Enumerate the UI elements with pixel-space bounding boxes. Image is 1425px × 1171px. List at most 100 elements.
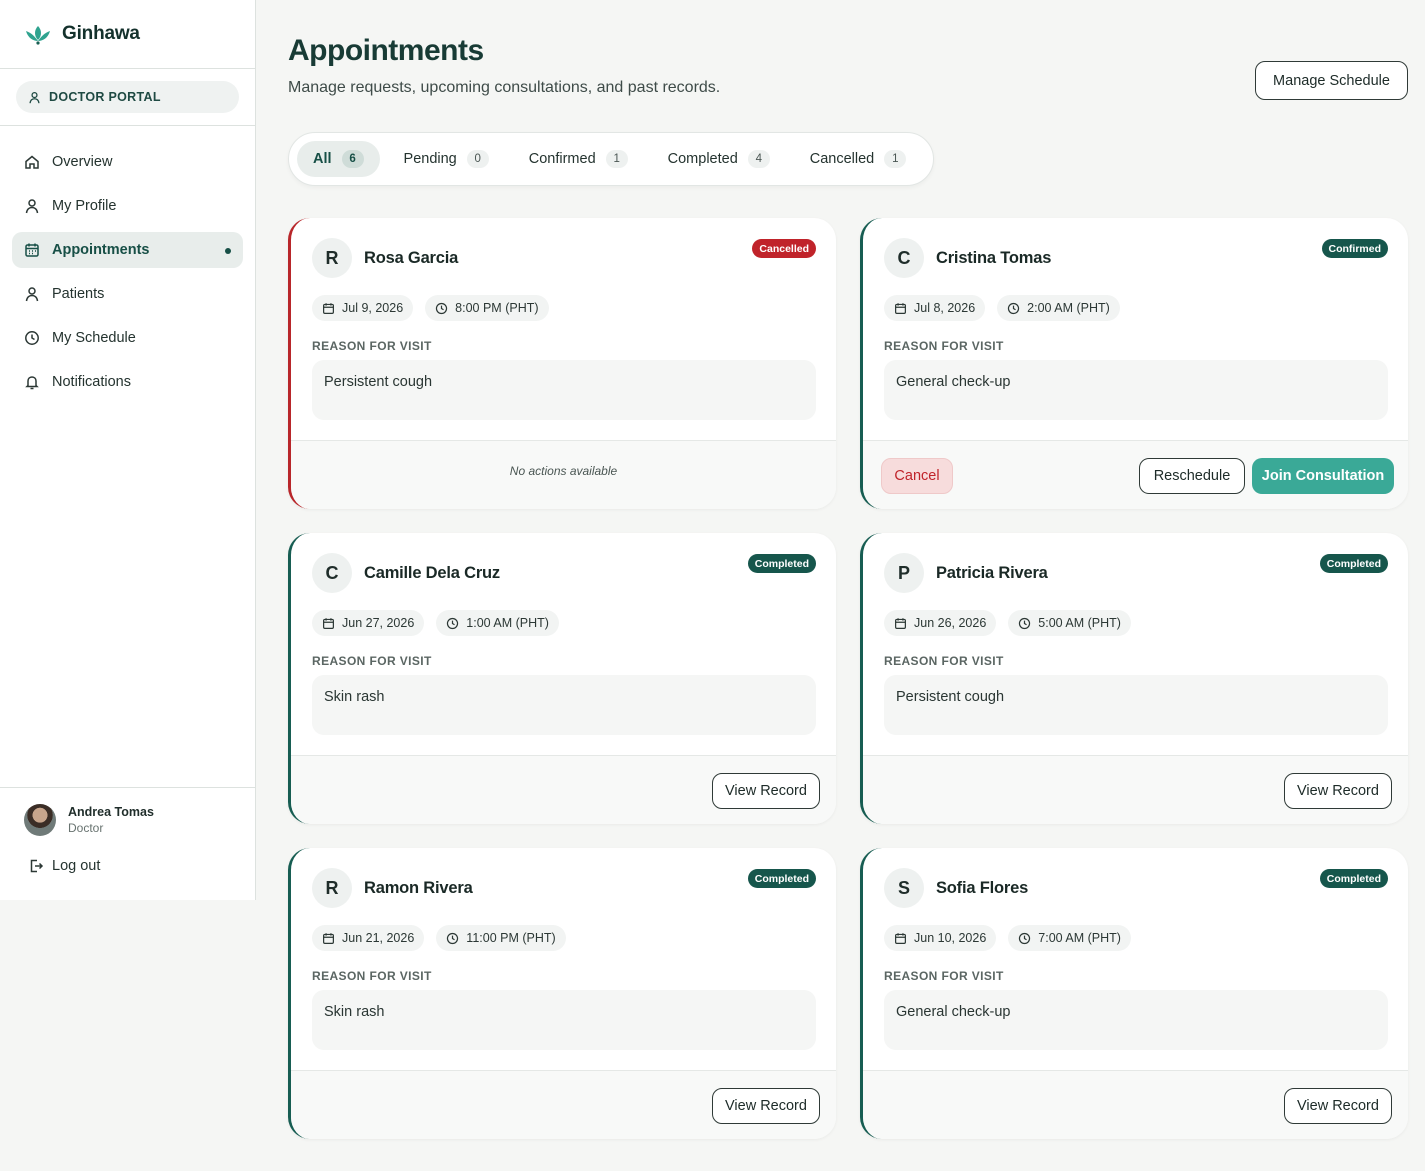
clock-icon xyxy=(25,331,39,345)
appointment-meta: Jun 21, 2026 11:00 PM (PHT) xyxy=(312,925,578,951)
tab-count-badge: 1 xyxy=(605,150,628,168)
patient-header: S Sofia Flores xyxy=(884,868,1028,908)
sidebar-item-overview[interactable]: Overview xyxy=(12,144,243,180)
tab-count-badge: 0 xyxy=(466,150,489,168)
sidebar-item-label: Appointments xyxy=(52,242,150,258)
patient-name: Camille Dela Cruz xyxy=(364,563,500,582)
user-role: Doctor xyxy=(68,821,104,835)
date-chip: Jul 9, 2026 xyxy=(312,295,414,321)
reason-label: REASON FOR VISIT xyxy=(312,654,432,668)
page-subtitle: Manage requests, upcoming consultations,… xyxy=(288,79,721,96)
appointment-card: R Ramon Rivera Completed Jun 21, 2026 11… xyxy=(288,848,836,1139)
portal-section: DOCTOR PORTAL xyxy=(0,69,255,126)
calendar-icon xyxy=(323,302,334,314)
card-footer: View Record xyxy=(863,755,1408,824)
view-record-button[interactable]: View Record xyxy=(712,1088,820,1124)
time-chip: 5:00 AM (PHT) xyxy=(1008,610,1131,636)
date-chip: Jul 8, 2026 xyxy=(884,295,986,321)
view-record-button[interactable]: View Record xyxy=(712,773,820,809)
lotus-logo-icon xyxy=(26,26,50,45)
date-chip: Jun 27, 2026 xyxy=(312,610,425,636)
calendar-icon xyxy=(25,243,39,257)
reason-text: Skin rash xyxy=(312,990,816,1050)
sidebar-item-my-profile[interactable]: My Profile xyxy=(12,188,243,224)
appointment-meta: Jun 27, 2026 1:00 AM (PHT) xyxy=(312,610,571,636)
reason-text: General check-up xyxy=(884,990,1388,1050)
status-filter-tabs: All 6 Pending 0 Confirmed 1 Completed 4 … xyxy=(288,132,934,186)
appointment-date: Jun 27, 2026 xyxy=(342,616,415,630)
clock-icon xyxy=(447,617,459,629)
user-profile[interactable]: Andrea Tomas Doctor xyxy=(24,804,154,836)
sidebar-item-appointments[interactable]: Appointments xyxy=(12,232,243,268)
appointment-time: 8:00 PM (PHT) xyxy=(455,301,539,315)
home-icon xyxy=(25,155,39,169)
date-chip: Jun 26, 2026 xyxy=(884,610,997,636)
patient-header: P Patricia Rivera xyxy=(884,553,1048,593)
sidebar-item-label: My Profile xyxy=(52,198,117,214)
appointment-meta: Jul 9, 2026 8:00 PM (PHT) xyxy=(312,295,561,321)
tab-label: Confirmed xyxy=(528,151,596,167)
appointment-date: Jun 10, 2026 xyxy=(914,931,987,945)
patient-initial-avatar: C xyxy=(312,553,352,593)
clock-icon xyxy=(1008,302,1020,314)
status-badge: Confirmed xyxy=(1321,239,1388,258)
card-footer: View Record xyxy=(291,1070,836,1139)
view-record-button[interactable]: View Record xyxy=(1284,773,1392,809)
patient-initial-avatar: S xyxy=(884,868,924,908)
patient-name: Sofia Flores xyxy=(936,878,1029,897)
reason-label: REASON FOR VISIT xyxy=(884,339,1004,353)
reason-label: REASON FOR VISIT xyxy=(312,339,432,353)
patient-name: Ramon Rivera xyxy=(364,878,473,897)
sidebar-item-label: My Schedule xyxy=(52,330,136,346)
appointment-time: 1:00 AM (PHT) xyxy=(466,616,549,630)
tab-completed[interactable]: Completed 4 xyxy=(652,141,786,177)
cancel-appointment-button[interactable]: Cancel xyxy=(881,458,953,494)
time-chip: 8:00 PM (PHT) xyxy=(425,295,549,321)
tab-all[interactable]: All 6 xyxy=(297,141,380,177)
active-indicator-dot xyxy=(225,248,231,254)
portal-label: DOCTOR PORTAL xyxy=(49,90,161,104)
patient-name: Cristina Tomas xyxy=(936,248,1052,267)
status-badge: Completed xyxy=(747,554,816,573)
view-record-button[interactable]: View Record xyxy=(1284,1088,1392,1124)
appointment-date: Jul 9, 2026 xyxy=(342,301,404,315)
brand-name: Ginhawa xyxy=(62,23,140,44)
logout-button[interactable]: Log out xyxy=(28,858,100,874)
appointment-time: 5:00 AM (PHT) xyxy=(1038,616,1121,630)
reason-label: REASON FOR VISIT xyxy=(884,654,1004,668)
patient-header: R Rosa Garcia xyxy=(312,238,458,278)
appointment-meta: Jun 10, 2026 7:00 AM (PHT) xyxy=(884,925,1143,951)
appointment-time: 7:00 AM (PHT) xyxy=(1038,931,1121,945)
date-chip: Jun 21, 2026 xyxy=(312,925,425,951)
tab-confirmed[interactable]: Confirmed 1 xyxy=(513,141,644,177)
card-footer: View Record xyxy=(291,755,836,824)
join-consultation-button[interactable]: Join Consultation xyxy=(1252,458,1394,494)
reschedule-button[interactable]: Reschedule xyxy=(1139,458,1245,494)
status-badge: Cancelled xyxy=(752,239,816,258)
reason-text: Persistent cough xyxy=(312,360,816,420)
sidebar-item-notifications[interactable]: Notifications xyxy=(12,364,243,400)
bell-icon xyxy=(25,376,39,390)
status-badge: Completed xyxy=(1319,554,1388,573)
tab-count-badge: 1 xyxy=(884,150,907,168)
reason-label: REASON FOR VISIT xyxy=(312,969,432,983)
appointment-card: S Sofia Flores Completed Jun 10, 2026 7:… xyxy=(860,848,1408,1139)
sidebar-item-patients[interactable]: Patients xyxy=(12,276,243,312)
time-chip: 2:00 AM (PHT) xyxy=(997,295,1120,321)
tab-pending[interactable]: Pending 0 xyxy=(388,141,505,177)
brand[interactable]: Ginhawa xyxy=(0,0,255,69)
clock-icon xyxy=(447,932,459,944)
clock-icon xyxy=(1019,932,1031,944)
sidebar-item-my-schedule[interactable]: My Schedule xyxy=(12,320,243,356)
sidebar: Ginhawa DOCTOR PORTAL Overview My Profil… xyxy=(0,0,256,900)
calendar-icon xyxy=(895,932,906,944)
tab-cancelled[interactable]: Cancelled 1 xyxy=(794,141,923,177)
sidebar-item-label: Overview xyxy=(52,154,113,170)
reason-text: Persistent cough xyxy=(884,675,1388,735)
logout-icon xyxy=(30,859,44,873)
manage-schedule-button[interactable]: Manage Schedule xyxy=(1255,61,1408,100)
doctor-portal-badge: DOCTOR PORTAL xyxy=(16,81,239,113)
card-footer: View Record xyxy=(863,1070,1408,1139)
time-chip: 7:00 AM (PHT) xyxy=(1008,925,1131,951)
appointment-date: Jun 21, 2026 xyxy=(342,931,415,945)
